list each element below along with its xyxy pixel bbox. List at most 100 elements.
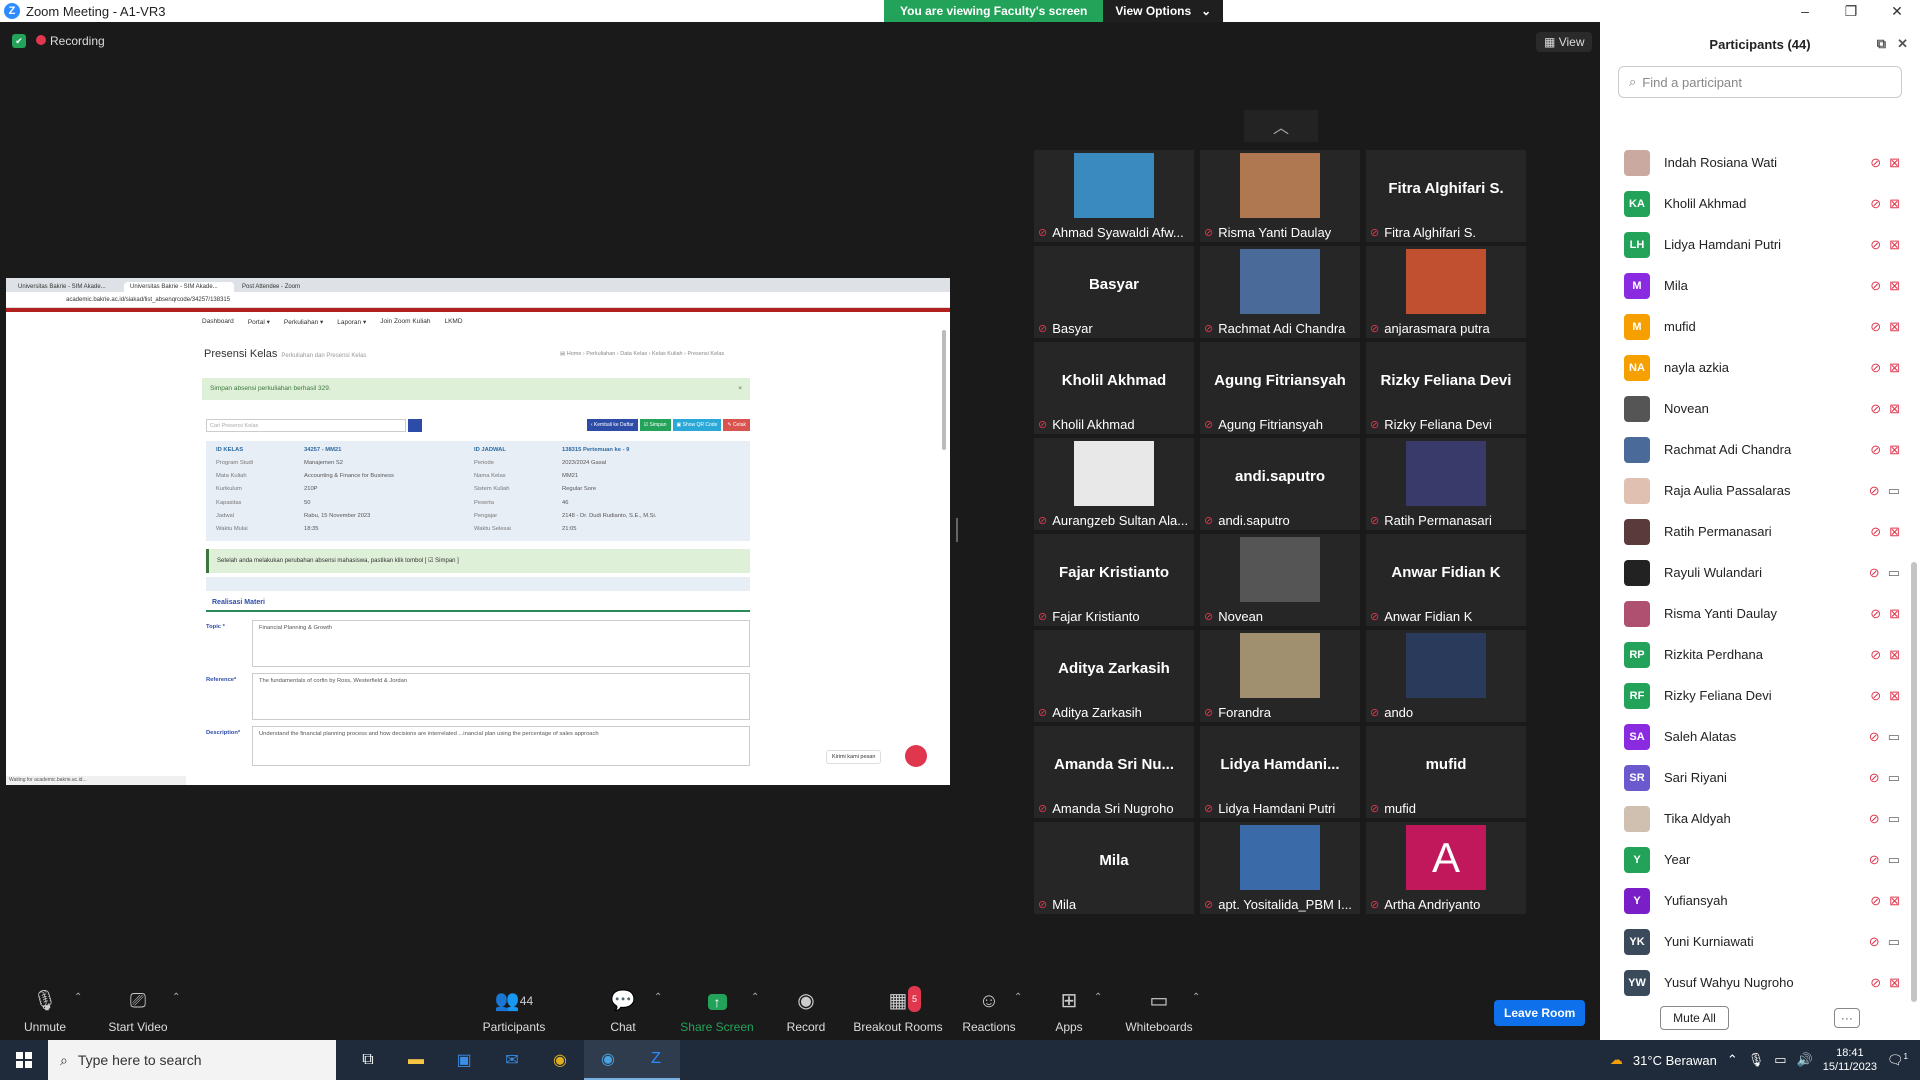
browser-url[interactable]: academic.bakrie.ac.id/siakad/list_absenq…: [6, 292, 950, 308]
camera-icon[interactable]: ▭: [1888, 483, 1900, 499]
participant-row[interactable]: RP Rizkita Perdhana ⊘ ⊠: [1600, 634, 1910, 675]
video-tile[interactable]: Rizky Feliana Devi ⊘ Rizky Feliana Devi: [1366, 342, 1526, 434]
mic-off-icon[interactable]: ⊘: [1869, 483, 1880, 499]
participant-row[interactable]: SA Saleh Alatas ⊘ ▭: [1600, 716, 1910, 757]
video-tile[interactable]: ⊘ Ahmad Syawaldi Afw...: [1034, 150, 1194, 242]
mic-off-icon[interactable]: ⊘: [1869, 811, 1880, 827]
video-tile[interactable]: ⊘ Aurangzeb Sultan Ala...: [1034, 438, 1194, 530]
participant-row[interactable]: LH Lidya Hamdani Putri ⊘ ⊠: [1600, 224, 1910, 265]
video-tile[interactable]: Basyar ⊘ Basyar: [1034, 246, 1194, 338]
camera-off-icon[interactable]: ⊠: [1889, 196, 1900, 212]
start-video-button[interactable]: ⎚ Start Video: [93, 988, 183, 1034]
mic-off-icon[interactable]: ⊘: [1870, 893, 1881, 909]
camera-off-icon[interactable]: ⊠: [1889, 606, 1900, 622]
browser-tab[interactable]: Post Attendee - Zoom: [236, 282, 346, 292]
pop-out-icon[interactable]: ⧉: [1877, 36, 1886, 52]
mic-off-icon[interactable]: ⊘: [1869, 729, 1880, 745]
network-icon[interactable]: ▭: [1774, 1052, 1786, 1068]
video-tile[interactable]: ⊘ apt. Yositalida_PBM I...: [1200, 822, 1360, 914]
notification-icon[interactable]: 🗨1: [1887, 1052, 1908, 1068]
more-options-button[interactable]: ···: [1833, 1008, 1860, 1028]
participant-row[interactable]: Ratih Permanasari ⊘ ⊠: [1600, 511, 1910, 552]
video-tile[interactable]: ⊘ anjarasmara putra: [1366, 246, 1526, 338]
nav-item[interactable]: Laporan ▾: [337, 318, 366, 332]
participant-row[interactable]: Tika Aldyah ⊘ ▭: [1600, 798, 1910, 839]
zoom-icon[interactable]: Z: [632, 1040, 680, 1080]
record-button[interactable]: ◉ Record: [761, 988, 851, 1034]
chevron-up-icon[interactable]: ⌃: [1192, 992, 1200, 1003]
search-input[interactable]: Cari Presensi Kelas: [206, 418, 406, 432]
chevron-up-icon[interactable]: ⌃: [654, 992, 662, 1003]
video-tile[interactable]: ⊘ Novean: [1200, 534, 1360, 626]
participant-row[interactable]: KA Kholil Akhmad ⊘ ⊠: [1600, 183, 1910, 224]
volume-icon[interactable]: 🔊: [1797, 1052, 1813, 1068]
nav-item[interactable]: LKMD: [444, 318, 462, 332]
participant-row[interactable]: Rachmat Adi Chandra ⊘ ⊠: [1600, 429, 1910, 470]
mute-all-button[interactable]: Mute All: [1660, 1006, 1729, 1030]
video-tile[interactable]: Kholil Akhmad ⊘ Kholil Akhmad: [1034, 342, 1194, 434]
video-tile[interactable]: Lidya Hamdani... ⊘ Lidya Hamdani Putri: [1200, 726, 1360, 818]
camera-icon[interactable]: ▭: [1888, 770, 1900, 786]
video-tile[interactable]: mufid ⊘ mufid: [1366, 726, 1526, 818]
qr-button[interactable]: ▣ Show QR Code: [672, 419, 722, 431]
video-tile[interactable]: Aditya Zarkasih ⊘ Aditya Zarkasih: [1034, 630, 1194, 722]
reference-field[interactable]: The fundamentals of corfin by Ross, West…: [252, 673, 750, 720]
mic-off-icon[interactable]: ⊘: [1870, 975, 1881, 991]
mic-icon[interactable]: 🎙: [1748, 1052, 1765, 1068]
participant-row[interactable]: Raja Aulia Passalaras ⊘ ▭: [1600, 470, 1910, 511]
weather-text[interactable]: 31°C Berawan: [1633, 1053, 1717, 1068]
camera-icon[interactable]: ▭: [1888, 565, 1900, 581]
mic-off-icon[interactable]: ⊘: [1869, 770, 1880, 786]
video-tile[interactable]: ⊘ Ratih Permanasari: [1366, 438, 1526, 530]
mic-off-icon[interactable]: ⊘: [1870, 606, 1881, 622]
chevron-up-icon[interactable]: ⌃: [751, 992, 759, 1003]
video-tile[interactable]: Amanda Sri Nu... ⊘ Amanda Sri Nugroho: [1034, 726, 1194, 818]
video-tile[interactable]: Fajar Kristianto ⊘ Fajar Kristianto: [1034, 534, 1194, 626]
mic-off-icon[interactable]: ⊘: [1869, 565, 1880, 581]
close-button[interactable]: ✕: [1874, 0, 1920, 22]
scrollbar[interactable]: [942, 330, 946, 450]
camera-off-icon[interactable]: ⊠: [1889, 893, 1900, 909]
view-options-button[interactable]: View Options ⌄: [1103, 0, 1224, 22]
chat-pill[interactable]: Kirimi kami pesan: [826, 750, 882, 764]
mic-off-icon[interactable]: ⊘: [1870, 442, 1881, 458]
participant-row[interactable]: Indah Rosiana Wati ⊘ ⊠: [1600, 142, 1910, 183]
mic-off-icon[interactable]: ⊘: [1870, 237, 1881, 253]
camera-icon[interactable]: ▭: [1888, 811, 1900, 827]
description-field[interactable]: Understand the financial planning proces…: [252, 726, 750, 766]
scrollbar[interactable]: [1911, 562, 1917, 1002]
camera-off-icon[interactable]: ⊠: [1889, 319, 1900, 335]
nav-item[interactable]: Portal ▾: [248, 318, 270, 332]
video-tile[interactable]: Anwar Fidian K ⊘ Anwar Fidian K: [1366, 534, 1526, 626]
clock[interactable]: 18:41 15/11/2023: [1823, 1046, 1877, 1074]
start-button[interactable]: [0, 1040, 48, 1080]
mic-off-icon[interactable]: ⊘: [1870, 524, 1881, 540]
camera-off-icon[interactable]: ⊠: [1889, 975, 1900, 991]
topic-field[interactable]: Financial Planning & Growth: [252, 620, 750, 667]
participant-row[interactable]: Y Year ⊘ ▭: [1600, 839, 1910, 880]
browser-tab[interactable]: Universitas Bakrie - SIM Akade...: [124, 282, 234, 292]
minimize-button[interactable]: –: [1782, 0, 1828, 22]
camera-off-icon[interactable]: ⊠: [1889, 360, 1900, 376]
chrome-icon[interactable]: ◉: [536, 1040, 584, 1080]
chevron-up-icon[interactable]: ⌃: [1014, 992, 1022, 1003]
mic-off-icon[interactable]: ⊘: [1870, 688, 1881, 704]
video-tile[interactable]: Fitra Alghifari S. ⊘ Fitra Alghifari S.: [1366, 150, 1526, 242]
mail-icon[interactable]: ✉: [488, 1040, 536, 1080]
chrome-profile-icon[interactable]: ◉: [584, 1040, 632, 1080]
mic-off-icon[interactable]: ⊘: [1870, 401, 1881, 417]
mic-off-icon[interactable]: ⊘: [1870, 360, 1881, 376]
participant-row[interactable]: Mmufid ⊘ ⊠: [1600, 306, 1910, 347]
close-icon[interactable]: ✕: [1897, 36, 1908, 52]
participant-row[interactable]: M Mila ⊘ ⊠: [1600, 265, 1910, 306]
mic-off-icon[interactable]: ⊘: [1870, 319, 1881, 335]
shared-screen[interactable]: Universitas Bakrie - SIM Akade... Univer…: [6, 278, 950, 785]
participant-row[interactable]: Rayuli Wulandari ⊘ ▭: [1600, 552, 1910, 593]
video-tile[interactable]: ⊘ ando: [1366, 630, 1526, 722]
breakout-rooms-button[interactable]: ▦ 5 Breakout Rooms: [853, 986, 943, 1034]
video-tile[interactable]: ⊘ Rachmat Adi Chandra: [1200, 246, 1360, 338]
split-handle[interactable]: [956, 518, 958, 542]
participant-row[interactable]: SR Sari Riyani ⊘ ▭: [1600, 757, 1910, 798]
mic-off-icon[interactable]: ⊘: [1869, 852, 1880, 868]
mic-off-icon[interactable]: ⊘: [1870, 155, 1881, 171]
